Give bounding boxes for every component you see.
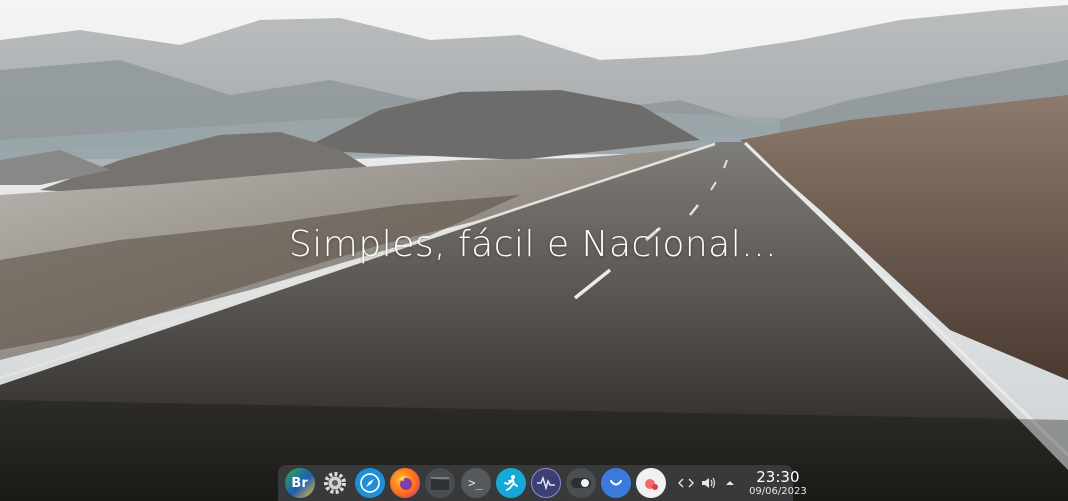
camera-icon: [645, 479, 659, 490]
firefox-launcher[interactable]: [390, 468, 421, 498]
store-launcher[interactable]: [601, 468, 632, 498]
tagline-text: Simples, fácil e Nacional...: [288, 224, 778, 265]
install-launcher[interactable]: [495, 468, 526, 498]
toggle-icon: [571, 478, 592, 488]
br-globe-icon: Br: [291, 475, 308, 491]
terminal-launcher[interactable]: >_: [460, 468, 491, 498]
folder-icon: [431, 477, 450, 490]
firefox-icon: [398, 475, 413, 490]
screenshot-launcher[interactable]: [636, 468, 667, 498]
system-monitor-launcher[interactable]: [530, 468, 561, 498]
taskbar: Br >_ 23:30 09/06/2023: [278, 465, 807, 501]
runner-icon: [503, 475, 518, 491]
network-arrows-icon: [678, 478, 695, 488]
network-tray-button[interactable]: [676, 473, 696, 493]
compass-icon: [360, 473, 380, 493]
browser-launcher[interactable]: [354, 468, 385, 498]
settings-launcher[interactable]: [320, 468, 350, 498]
clock-date: 09/06/2023: [749, 485, 807, 497]
terminal-icon: >_: [468, 476, 483, 490]
waveform-icon: [536, 476, 555, 490]
volume-tray-button[interactable]: [698, 473, 718, 493]
file-manager-launcher[interactable]: [425, 468, 456, 498]
system-tray: [675, 465, 741, 501]
taskbar-clock[interactable]: 23:30 09/06/2023: [749, 467, 807, 497]
desktop-tagline: Simples, fácil e Nacional...: [0, 224, 1068, 265]
clock-time: 23:30: [756, 467, 800, 486]
caret-up-icon: [726, 481, 735, 485]
toggle-launcher[interactable]: [566, 468, 597, 498]
tray-expand-button[interactable]: [720, 473, 740, 493]
bigcommunity-launcher[interactable]: Br: [284, 468, 315, 498]
speaker-icon: [702, 477, 716, 489]
bag-icon: [610, 480, 623, 486]
gear-icon: [323, 472, 346, 494]
